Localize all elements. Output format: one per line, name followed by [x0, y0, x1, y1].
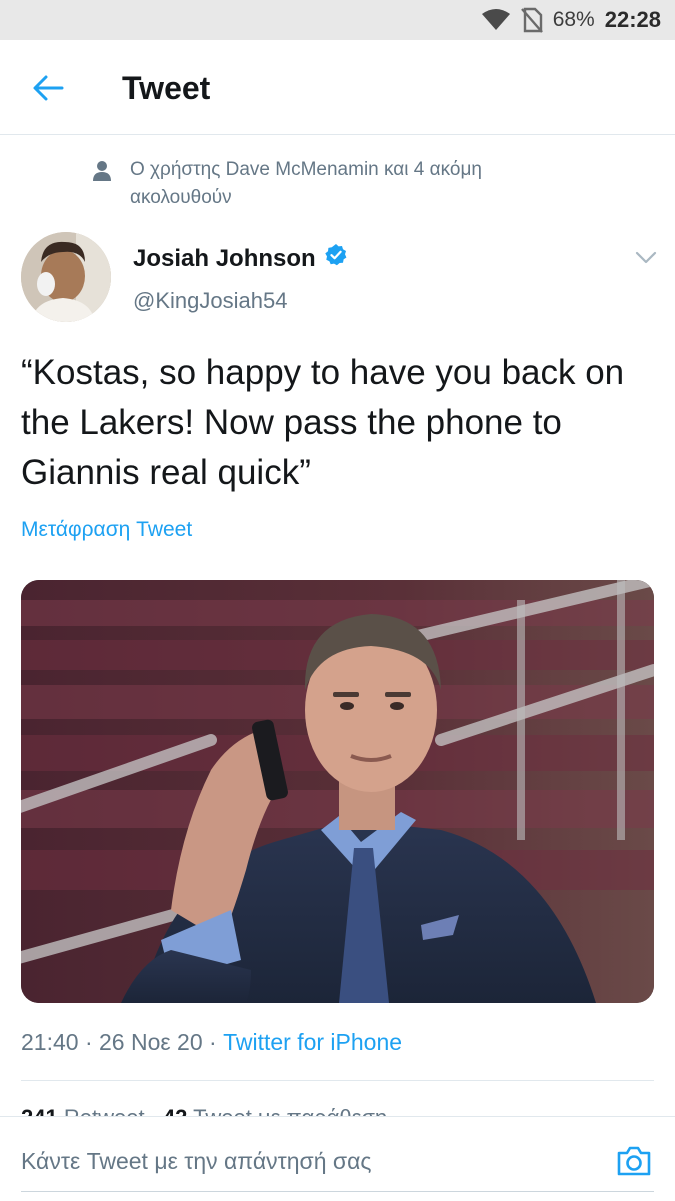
author-name[interactable]: Josiah Johnson	[133, 243, 348, 275]
translate-tweet-link[interactable]: Μετάφραση Tweet	[21, 518, 192, 542]
meta-separator: ·	[78, 1029, 100, 1055]
social-context-text[interactable]: Ο χρήστης Dave McMenamin και 4 ακόμη ακο…	[130, 156, 570, 212]
verified-badge-icon	[324, 243, 348, 275]
back-button[interactable]	[28, 68, 68, 108]
tweet-media-image[interactable]	[21, 580, 654, 1003]
camera-button[interactable]	[612, 1141, 656, 1181]
status-bar: 68% 22:28	[0, 0, 675, 40]
no-sim-icon	[520, 7, 543, 33]
top-app-bar: Tweet	[0, 40, 675, 135]
avatar[interactable]	[21, 232, 111, 322]
battery-percent: 68%	[552, 8, 595, 31]
person-icon	[92, 160, 112, 187]
author-name-text: Josiah Johnson	[133, 245, 316, 272]
tweet-date: 26 Νοε 20	[99, 1029, 203, 1055]
chevron-down-icon	[635, 251, 657, 264]
status-bar-right: 68% 22:28	[481, 0, 661, 40]
arrow-left-icon	[33, 75, 64, 101]
reply-input[interactable]: Κάντε Tweet με την απάντησή σας	[21, 1145, 371, 1177]
tweet-menu-button[interactable]	[630, 244, 662, 272]
tweet-text: “Kostas, so happy to have you back on th…	[21, 353, 625, 492]
tweet-source-link[interactable]: Twitter for iPhone	[223, 1029, 402, 1055]
page-title: Tweet	[122, 70, 211, 106]
author-handle[interactable]: @KingJosiah54	[133, 286, 287, 316]
tweet-meta: 21:40 · 26 Νοε 20 · Twitter for iPhone	[21, 1027, 402, 1057]
wifi-icon	[481, 8, 511, 32]
reply-underline	[21, 1191, 654, 1192]
clock: 22:28	[604, 7, 661, 32]
divider	[21, 1080, 654, 1081]
camera-icon	[617, 1146, 651, 1176]
meta-separator-2: ·	[202, 1029, 224, 1055]
tweet-time: 21:40	[21, 1029, 79, 1055]
reply-bar: Κάντε Tweet με την απάντησή σας	[0, 1116, 675, 1201]
tweet-stats[interactable]: 241 Retweet 42 Tweet με παράθεση	[21, 1103, 521, 1117]
